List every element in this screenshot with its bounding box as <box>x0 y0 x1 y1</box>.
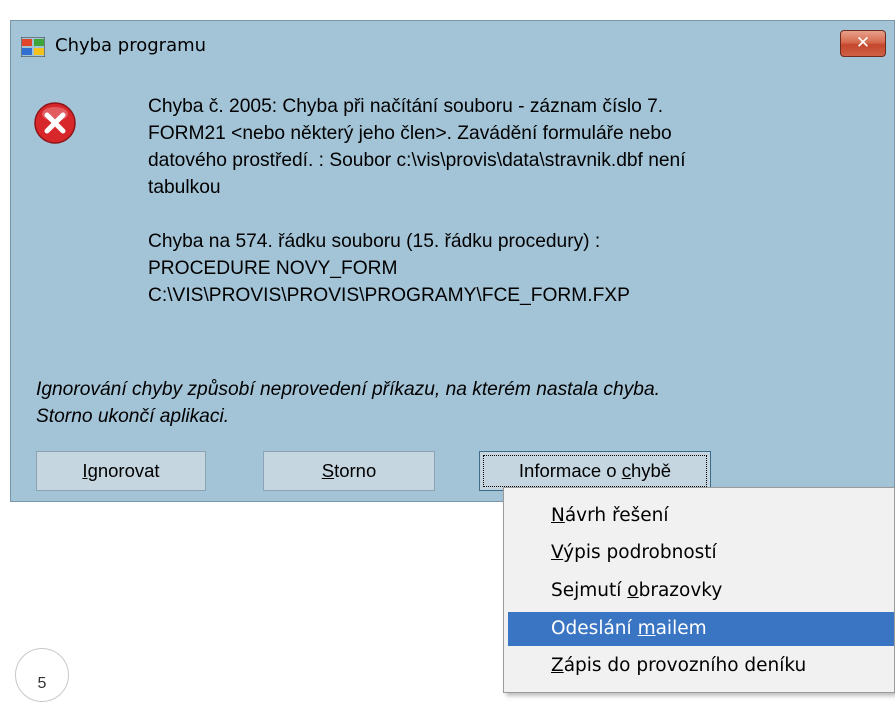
menu-item-operations-log[interactable]: Zápis do provozního deníku <box>508 649 894 683</box>
instruction-note: Ignorování chyby způsobí neprovedení pří… <box>36 376 886 430</box>
menu-item-text: ápis do provozního deníku <box>563 655 807 676</box>
error-icon <box>34 102 76 144</box>
message-line-7: C:\VIS\PROVIS\PROVIS\PROGRAMY\FCE_FORM.F… <box>148 285 630 306</box>
message-line-1: Chyba č. 2005: Chyba při načítání soubor… <box>148 96 664 117</box>
menu-item-text: brazovky <box>638 580 723 601</box>
menu-item-details-listing[interactable]: Výpis podrobností <box>508 536 894 570</box>
storno-button[interactable]: Storno <box>263 451 435 491</box>
menu-item-mnemonic: Z <box>551 655 564 676</box>
error-message: Chyba č. 2005: Chyba při načítání soubor… <box>148 93 868 309</box>
info-label-after: hybě <box>630 460 672 481</box>
menu-item-solution-suggestion[interactable]: Návrh řešení <box>508 499 894 533</box>
ignore-label: gnorovat <box>87 460 160 481</box>
message-line-4: tabulkou <box>148 177 221 198</box>
note-line-1: Ignorování chyby způsobí neprovedení pří… <box>36 379 660 400</box>
error-info-button[interactable]: Informace o chybě <box>479 451 711 491</box>
windows-flag-icon <box>21 37 45 57</box>
menu-item-text: Odeslání <box>551 618 638 639</box>
message-line-2: FORM21 <nebo některý jeho člen>. Zaváděn… <box>148 123 672 144</box>
storno-mnemonic: S <box>321 460 335 481</box>
info-mnemonic: c <box>621 460 631 481</box>
error-info-menu: Návrh řešení Výpis podrobností Sejmutí o… <box>503 487 895 693</box>
message-line-3: datového prostředí. : Soubor c:\vis\prov… <box>148 150 686 171</box>
menu-item-text: ailem <box>655 618 707 639</box>
menu-item-send-email[interactable]: Odeslání mailem <box>508 612 894 646</box>
menu-item-text: ávrh řešení <box>564 505 669 526</box>
menu-item-mnemonic: m <box>637 618 656 639</box>
message-line-6: PROCEDURE NOVY_FORM <box>148 258 398 279</box>
window-title: Chyba programu <box>55 35 207 56</box>
title-bar[interactable]: Chyba programu ✕ <box>11 21 894 69</box>
menu-item-mnemonic: o <box>627 580 639 601</box>
menu-item-text: ýpis podrobností <box>563 542 717 563</box>
error-dialog: Chyba programu ✕ Chyba č. 2005: Chyba př… <box>10 20 895 502</box>
page-number-badge: 5 <box>15 648 69 702</box>
info-label-before: Informace o <box>518 460 622 481</box>
ignore-button[interactable]: Ignorovat <box>36 451 206 491</box>
message-line-5: Chyba na 574. řádku souboru (15. řádku p… <box>148 231 601 252</box>
menu-item-mnemonic: V <box>551 542 564 563</box>
storno-label: torno <box>334 460 377 481</box>
menu-item-text: Sejmutí <box>551 580 628 601</box>
close-button[interactable]: ✕ <box>840 30 886 57</box>
note-line-2: Storno ukončí aplikaci. <box>36 406 230 427</box>
menu-item-mnemonic: N <box>551 505 565 526</box>
menu-item-screenshot[interactable]: Sejmutí obrazovky <box>508 574 894 608</box>
